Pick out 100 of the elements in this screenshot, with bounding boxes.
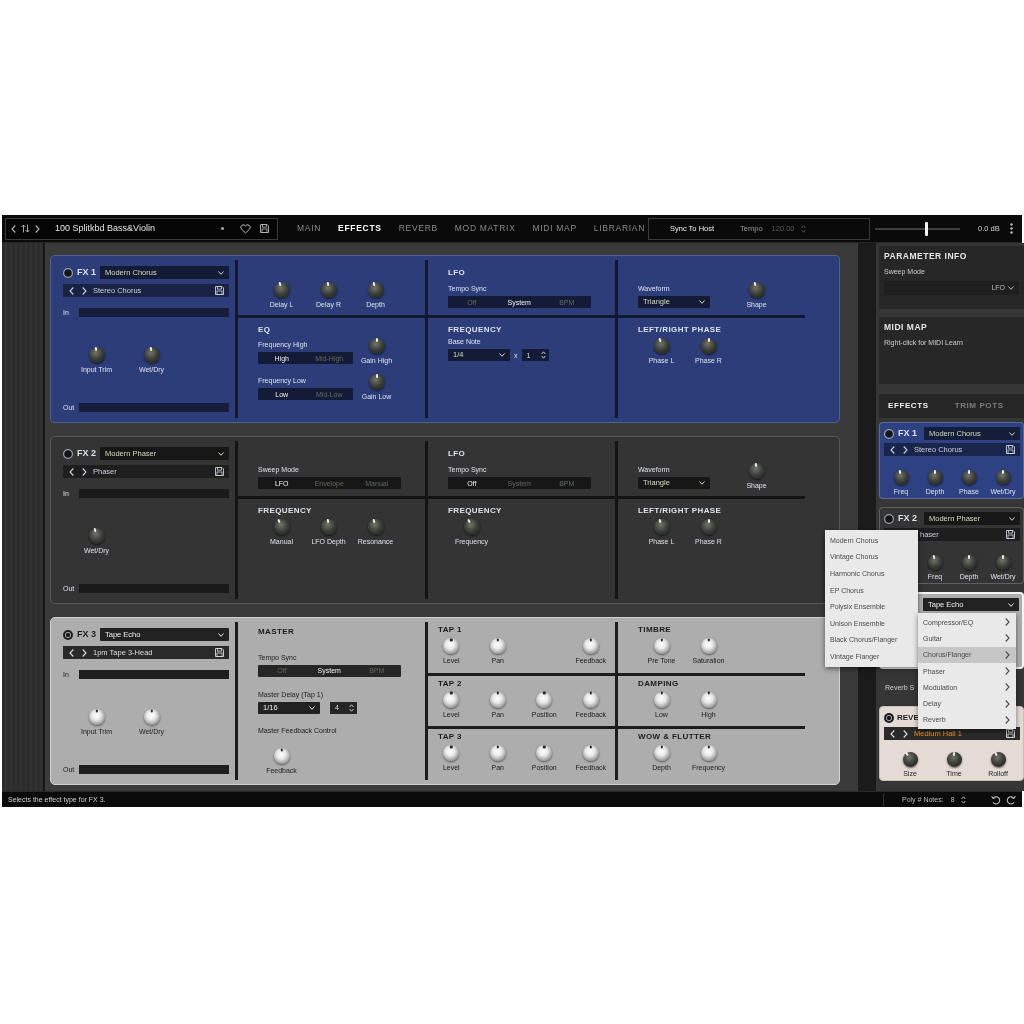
power-icon[interactable]	[63, 448, 73, 459]
tab[interactable]: REVERB	[398, 224, 438, 233]
caret-icon	[218, 632, 224, 637]
fx-slot-label: FX 1	[898, 429, 917, 438]
section-title: LFO	[448, 450, 467, 458]
section-title: LEFT/RIGHT PHASE	[638, 326, 723, 334]
chevron-right-icon[interactable]	[82, 467, 87, 476]
power-icon[interactable]	[63, 629, 73, 640]
save-icon[interactable]	[1006, 445, 1015, 454]
knob[interactable]	[463, 519, 480, 535]
spinner-icon[interactable]	[960, 795, 966, 804]
caret-icon	[218, 270, 224, 275]
section-title: TAP 3	[437, 733, 463, 742]
chevron-left-icon[interactable]	[69, 467, 74, 476]
fx-slot-label: FX 2	[77, 449, 96, 458]
knob[interactable]	[946, 752, 962, 767]
knob[interactable]	[367, 282, 384, 298]
caret-icon	[1009, 431, 1015, 436]
knob[interactable]	[961, 555, 977, 570]
knob[interactable]	[88, 347, 105, 363]
section-title: DAMPING	[638, 679, 680, 688]
save-icon[interactable]	[215, 648, 224, 657]
knob[interactable]	[368, 338, 385, 354]
save-icon[interactable]	[1006, 530, 1015, 539]
chevron-left-icon[interactable]	[11, 224, 16, 233]
save-icon[interactable]	[215, 467, 224, 476]
tab[interactable]: EFFECTS	[338, 224, 382, 233]
save-icon[interactable]	[260, 224, 269, 233]
knob[interactable]	[368, 374, 385, 390]
knob[interactable]	[902, 752, 918, 767]
fx-slot-label: REVE	[897, 713, 919, 722]
slider-thumb[interactable]	[924, 221, 928, 236]
caret-icon	[1008, 602, 1014, 607]
tab[interactable]: MIDI MAP	[532, 224, 577, 233]
knob[interactable]	[367, 519, 384, 535]
knob[interactable]	[995, 470, 1011, 485]
chevron-left-icon[interactable]	[69, 286, 74, 295]
undo-icon[interactable]	[991, 794, 1001, 805]
tab[interactable]: MOD MATRIX	[454, 224, 516, 233]
chevron-left-icon[interactable]	[890, 445, 895, 454]
knob[interactable]	[748, 463, 765, 479]
chevron-right-icon[interactable]	[903, 445, 908, 454]
knob[interactable]	[320, 519, 337, 535]
knob[interactable]	[143, 347, 160, 363]
knob[interactable]	[700, 519, 717, 535]
section-title: LFO	[448, 269, 467, 277]
tab[interactable]: EFFECTS	[888, 402, 929, 410]
knob[interactable]	[273, 282, 290, 298]
panel-title: MIDI MAP	[884, 323, 929, 332]
chevron-right-icon[interactable]	[82, 286, 87, 295]
knob[interactable]	[443, 638, 460, 654]
section-title: LEFT/RIGHT PHASE	[638, 507, 723, 515]
chevron-right-icon[interactable]	[903, 729, 908, 738]
knob[interactable]	[990, 752, 1006, 767]
knob[interactable]	[653, 519, 670, 535]
save-icon[interactable]	[215, 286, 224, 295]
heart-icon[interactable]	[240, 223, 251, 234]
section-title: FREQUENCY	[448, 326, 503, 334]
knob[interactable]	[927, 470, 943, 485]
fx-slot-label: FX 2	[898, 514, 917, 523]
tab[interactable]: TRIM POTS	[954, 402, 1004, 410]
section-title: FREQUENCY	[258, 507, 313, 515]
tab[interactable]: MAIN	[297, 224, 322, 233]
power-icon[interactable]	[884, 712, 894, 723]
power-icon[interactable]	[884, 513, 894, 524]
caret-icon	[699, 481, 705, 485]
preset-name[interactable]: 100 Splitkbd Bass&Violin	[55, 224, 221, 233]
knob[interactable]	[893, 470, 909, 485]
save-icon[interactable]	[1006, 729, 1015, 738]
knob[interactable]	[748, 282, 765, 298]
up-down-arrows-icon[interactable]	[21, 224, 30, 233]
knob[interactable]	[443, 745, 460, 762]
chevron-right-icon[interactable]	[35, 224, 40, 233]
knob[interactable]	[320, 282, 337, 298]
knob[interactable]	[700, 338, 717, 354]
knob[interactable]	[653, 338, 670, 354]
tab[interactable]: LIBRARIAN	[593, 224, 646, 233]
caret-icon	[218, 451, 224, 456]
knob[interactable]	[961, 470, 977, 485]
menu-icon[interactable]	[1010, 223, 1013, 234]
knob[interactable]	[995, 555, 1011, 570]
knob[interactable]	[536, 691, 553, 708]
chevron-left-icon[interactable]	[890, 729, 895, 738]
knob[interactable]	[88, 528, 105, 544]
section-title: EQ	[258, 326, 272, 334]
knob[interactable]	[273, 519, 290, 535]
dot-icon	[221, 227, 224, 230]
panel-title: PARAMETER INFO	[884, 252, 968, 261]
power-icon[interactable]	[63, 267, 73, 278]
knob[interactable]	[536, 745, 553, 762]
redo-icon[interactable]	[1006, 794, 1016, 805]
knob[interactable]	[443, 691, 460, 708]
section-title: WOW & FLUTTER	[638, 733, 713, 742]
chevron-right-icon[interactable]	[82, 648, 87, 657]
knob[interactable]	[927, 555, 943, 570]
chevron-left-icon[interactable]	[69, 648, 74, 657]
caret-icon	[499, 353, 505, 357]
caret-icon	[309, 705, 315, 710]
power-icon[interactable]	[884, 428, 894, 439]
section-title: TIMBRE	[638, 626, 673, 634]
